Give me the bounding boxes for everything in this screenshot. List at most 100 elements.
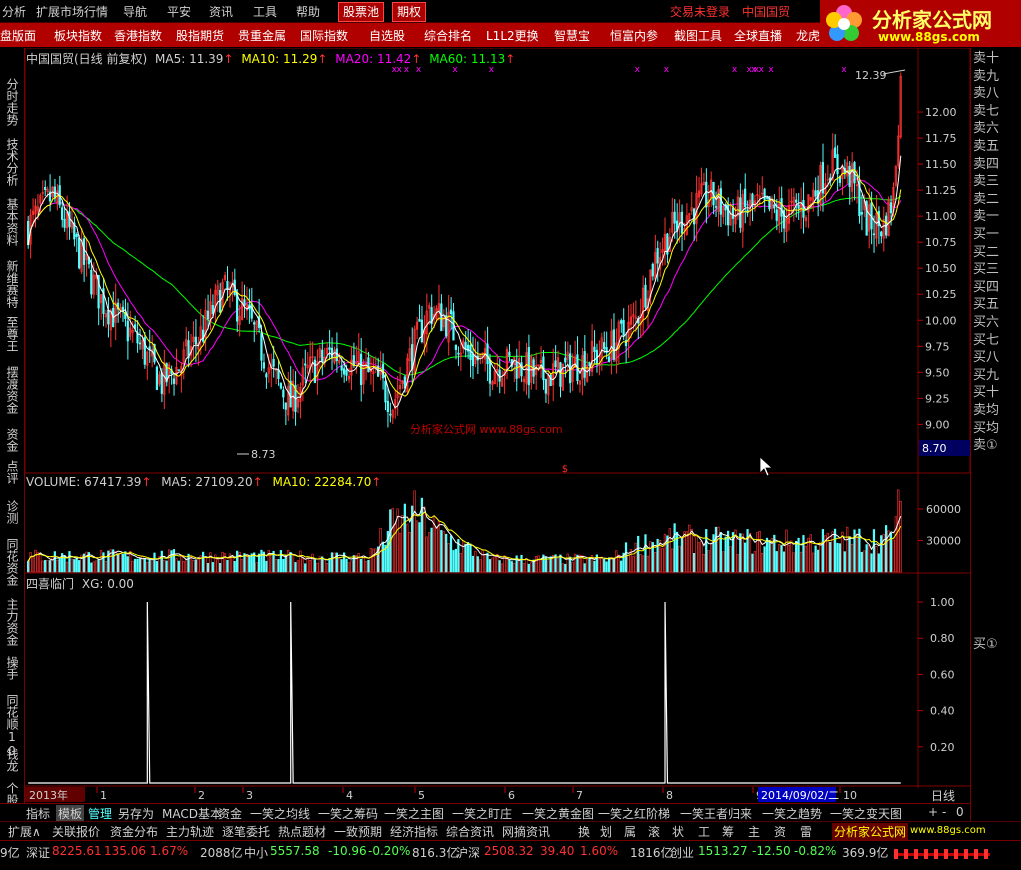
zoom-in-button[interactable]: + xyxy=(928,805,938,819)
tool-status[interactable]: 状 xyxy=(672,823,684,840)
tool-property[interactable]: 属 xyxy=(624,823,636,840)
candle-body xyxy=(802,200,805,218)
toolbar-hk-index[interactable]: 香港指数 xyxy=(114,27,162,44)
tab-tonghua-fund[interactable]: 同花资金 xyxy=(4,538,19,586)
zx-label[interactable]: 中小 xyxy=(244,844,268,861)
menu-navigation[interactable]: 导航 xyxy=(123,3,147,20)
month-label: 10 xyxy=(843,789,857,802)
tab-intraday[interactable]: 分时走势 xyxy=(4,78,19,126)
candle-body xyxy=(63,218,66,228)
tab-indicator[interactable]: 指标 xyxy=(26,805,50,822)
volume-bar xyxy=(236,550,239,573)
toolbar-index-futures[interactable]: 股指期货 xyxy=(176,27,224,44)
menu-extended-market[interactable]: 扩展市场行情 xyxy=(36,3,108,20)
tab-fund[interactable]: 资金 xyxy=(4,428,19,452)
toolbar-longhu[interactable]: 龙虎 xyxy=(796,27,820,44)
candle-body xyxy=(304,363,307,366)
bottom-watermark: 分析家公式网 xyxy=(832,823,909,840)
tab-xinwei[interactable]: 新维赛特 xyxy=(4,260,19,308)
toolbar-screenshot[interactable]: 截图工具 xyxy=(674,27,722,44)
login-status[interactable]: 交易未登录 xyxy=(670,3,730,20)
toolbar-zhihuibao[interactable]: 智慧宝 xyxy=(554,27,590,44)
candle-body xyxy=(389,413,392,416)
tool-chips[interactable]: 筹 xyxy=(722,823,734,840)
tab-diagnose[interactable]: 诊测 xyxy=(4,500,19,524)
tab-manage[interactable]: 管理 xyxy=(88,805,112,822)
stock-chart-area[interactable]: 12.0011.7511.5011.2511.0010.7510.5010.25… xyxy=(25,48,970,803)
tab-change-sky[interactable]: 一笑之变天图 xyxy=(830,805,902,822)
hs-label[interactable]: 沪深 xyxy=(456,844,480,861)
toolbar-live[interactable]: 全球直播 xyxy=(734,27,782,44)
tab-trader[interactable]: 操手 xyxy=(4,656,19,680)
tab-saveas[interactable]: 另存为 xyxy=(118,805,154,822)
tab-consensus[interactable]: 一致预期 xyxy=(334,823,382,840)
toolbar-ranking[interactable]: 综合排名 xyxy=(424,27,472,44)
tool-fund[interactable]: 资 xyxy=(774,823,786,840)
bottom-watermark-url: www.88gs.com xyxy=(910,825,986,836)
tab-watch-template[interactable]: 一笑之盯庄 xyxy=(452,805,512,822)
hs-value: 2508.32 xyxy=(484,844,534,858)
tab-macd[interactable]: MACD基本 xyxy=(162,805,222,822)
volume-bar xyxy=(126,556,129,573)
menu-news[interactable]: 资讯 xyxy=(209,3,233,20)
tab-order-delegate[interactable]: 逐笔委托 xyxy=(222,823,270,840)
indicator-name[interactable]: 四喜临门 xyxy=(26,577,74,591)
tab-hot-topics[interactable]: 热点题材 xyxy=(278,823,326,840)
tool-workspace[interactable]: 工 xyxy=(698,823,710,840)
period-label[interactable]: 日线 xyxy=(931,789,955,803)
toolbar-layout[interactable]: 盘版面 xyxy=(0,27,36,44)
tab-fund-bottom[interactable]: 资金 xyxy=(218,805,242,822)
tab-news-digest[interactable]: 网摘资讯 xyxy=(502,823,550,840)
menu-analysis[interactable]: 分析 xyxy=(2,3,26,20)
futures-tab[interactable]: 期权 xyxy=(392,2,427,22)
tab-template[interactable]: 模板 xyxy=(56,805,85,822)
tab-chip-template[interactable]: 一笑之筹码 xyxy=(318,805,378,822)
tab-economic[interactable]: 经济指标 xyxy=(390,823,438,840)
menu-help[interactable]: 帮助 xyxy=(296,3,320,20)
tab-fundamentals[interactable]: 基本资料 xyxy=(4,198,19,246)
menu-tools[interactable]: 工具 xyxy=(253,3,277,20)
tab-king-return[interactable]: 一笑王者归来 xyxy=(680,805,752,822)
tab-main-track[interactable]: 主力轨迹 xyxy=(166,823,214,840)
toolbar-l1l2[interactable]: L1L2更换 xyxy=(486,27,539,44)
tab-qianlong[interactable]: 钱龙 xyxy=(4,748,19,772)
tab-main-template[interactable]: 一笑之主图 xyxy=(384,805,444,822)
tab-review[interactable]: 点评 xyxy=(4,460,19,484)
zoom-reset-button[interactable]: 0 xyxy=(956,805,964,819)
sz-label[interactable]: 深证 xyxy=(26,844,50,861)
tool-draw[interactable]: 划 xyxy=(600,823,612,840)
tab-technical[interactable]: 技术分析 xyxy=(4,138,19,186)
toolbar-precious-metals[interactable]: 贵重金属 xyxy=(238,27,286,44)
tab-zhizunwang[interactable]: 至尊王 xyxy=(4,316,19,352)
volume-bar xyxy=(306,556,309,573)
month-labels: 12345678910 xyxy=(96,787,857,802)
tab-gold-template[interactable]: 一笑之黄金图 xyxy=(522,805,594,822)
candle-body xyxy=(549,374,552,387)
toolbar-sector-index[interactable]: 板块指数 xyxy=(54,27,102,44)
zoom-minus-button[interactable]: - xyxy=(942,805,946,819)
volume-bar xyxy=(177,560,180,573)
menu-pingan[interactable]: 平安 xyxy=(167,3,191,20)
tool-alert[interactable]: 雷 xyxy=(800,823,812,840)
info-tab-bar: 扩展∧ 关联报价 资金分布 主力轨迹 逐笔委托 热点题材 一致预期 经济指标 综… xyxy=(0,821,1021,841)
toolbar-hengfu[interactable]: 恒富内参 xyxy=(610,27,658,44)
tab-main-fund[interactable]: 主力资金 xyxy=(4,598,19,646)
tool-switch[interactable]: 换 xyxy=(578,823,590,840)
stock-pool-tab[interactable]: 股票池 xyxy=(338,2,385,22)
tool-main[interactable]: 主 xyxy=(748,823,760,840)
tab-ma-template[interactable]: 一笑之均线 xyxy=(250,805,310,822)
tab-fund-distribution[interactable]: 资金分布 xyxy=(110,823,158,840)
volume-bar xyxy=(780,544,783,573)
tab-news-general[interactable]: 综合资讯 xyxy=(446,823,494,840)
cy-label[interactable]: 创业 xyxy=(670,844,694,861)
high-label: 12.39 xyxy=(855,69,887,82)
tab-trend[interactable]: 一笑之趋势 xyxy=(762,805,822,822)
toolbar-watchlist[interactable]: 自选股 xyxy=(369,27,405,44)
tab-related-quote[interactable]: 关联报价 xyxy=(52,823,100,840)
tool-scroll[interactable]: 滚 xyxy=(648,823,660,840)
tab-red-ladder[interactable]: 一笑之红阶梯 xyxy=(598,805,670,822)
tab-baidu-fund[interactable]: 摆渡资金 xyxy=(4,366,19,414)
toolbar-intl-index[interactable]: 国际指数 xyxy=(300,27,348,44)
tab-expand[interactable]: 扩展∧ xyxy=(8,823,41,840)
candle-body xyxy=(345,369,348,376)
